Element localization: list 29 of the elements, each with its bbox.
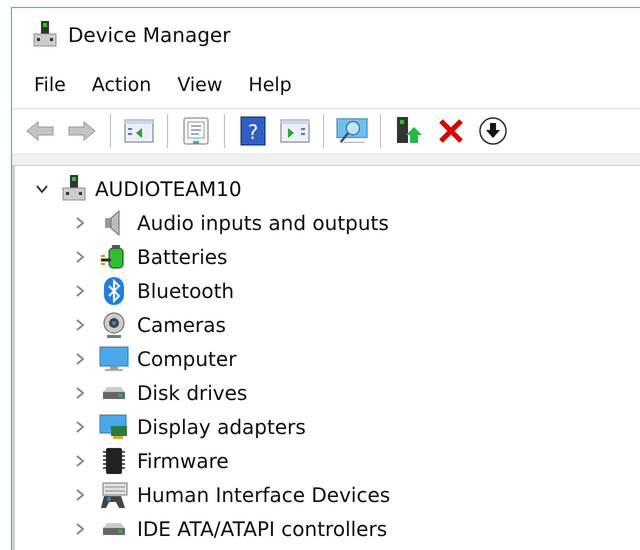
tree-item[interactable]: Audio inputs and outputs bbox=[137, 211, 389, 235]
tree-item[interactable]: Cameras bbox=[137, 313, 226, 337]
pane-icon bbox=[280, 118, 310, 144]
menu-item[interactable]: View bbox=[167, 70, 232, 100]
tree-item[interactable]: Display adapters bbox=[137, 415, 306, 439]
tree-item[interactable]: Human Interface Devices bbox=[137, 483, 390, 507]
keyboard-gamepad-icon bbox=[99, 480, 129, 510]
tree-item[interactable]: Firmware bbox=[137, 449, 229, 473]
tree-item[interactable]: Disk drives bbox=[137, 381, 248, 405]
back-arrow-icon bbox=[25, 120, 55, 142]
tree-item[interactable]: Computer bbox=[137, 347, 236, 371]
window-title: Device Manager bbox=[68, 23, 230, 47]
help-icon: ? bbox=[240, 116, 266, 146]
delete-icon bbox=[438, 118, 464, 144]
tree-item[interactable]: Batteries bbox=[137, 245, 228, 269]
display-adapter-icon bbox=[99, 412, 129, 442]
document-icon bbox=[182, 116, 210, 146]
monitor-magnifier-icon bbox=[336, 116, 368, 146]
monitor-icon bbox=[99, 344, 129, 374]
toolbar-button[interactable]: ? bbox=[235, 113, 271, 149]
menu-item[interactable]: Action bbox=[82, 70, 162, 100]
menu-item[interactable]: Help bbox=[238, 70, 302, 100]
pane-icon bbox=[124, 118, 154, 144]
tree-item[interactable]: AUDIOTEAM10 bbox=[95, 177, 242, 201]
tree-item[interactable]: Bluetooth bbox=[137, 279, 234, 303]
menu-item[interactable]: File bbox=[24, 70, 76, 100]
down-arrow-circle-icon bbox=[478, 116, 508, 146]
forward-arrow-icon bbox=[67, 120, 97, 142]
tree-item[interactable]: IDE ATA/ATAPI controllers bbox=[137, 517, 388, 541]
